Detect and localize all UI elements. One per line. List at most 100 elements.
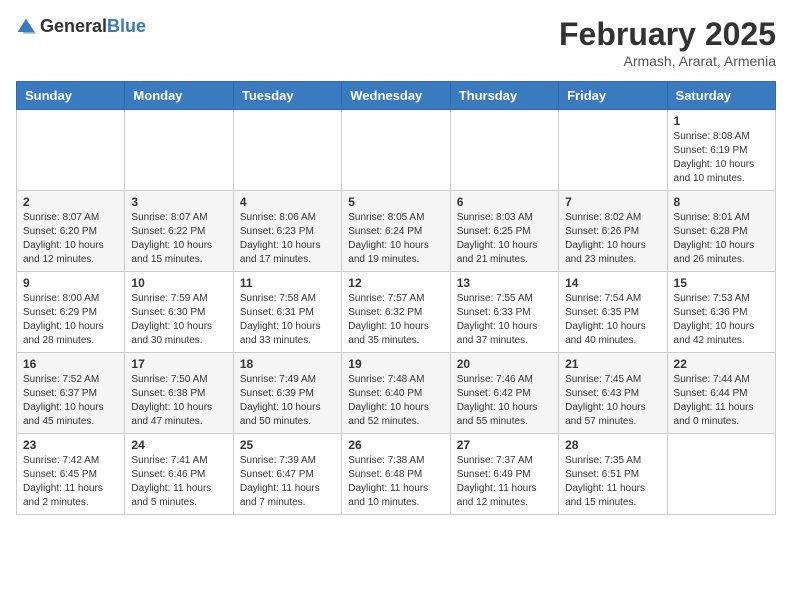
day-number: 25 bbox=[240, 438, 335, 452]
logo-general: General bbox=[40, 16, 107, 36]
calendar-table: SundayMondayTuesdayWednesdayThursdayFrid… bbox=[16, 81, 776, 515]
day-info: Sunrise: 8:05 AM Sunset: 6:24 PM Dayligh… bbox=[348, 211, 443, 267]
day-number: 19 bbox=[348, 357, 443, 371]
calendar-cell: 19 Sunrise: 7:48 AM Sunset: 6:40 PM Dayli… bbox=[342, 353, 450, 434]
day-number: 6 bbox=[457, 195, 552, 209]
day-info: Sunrise: 7:55 AM Sunset: 6:33 PM Dayligh… bbox=[457, 292, 552, 348]
calendar-cell bbox=[450, 110, 558, 191]
day-number: 8 bbox=[674, 195, 769, 209]
calendar-cell bbox=[125, 110, 233, 191]
day-info: Sunrise: 7:45 AM Sunset: 6:43 PM Dayligh… bbox=[565, 373, 660, 429]
calendar-cell: 10Sunrise: 7:59 AM Sunset: 6:30 PM Dayli… bbox=[125, 272, 233, 353]
weekday-header-row: SundayMondayTuesdayWednesdayThursdayFrid… bbox=[17, 82, 776, 110]
day-number: 2 bbox=[23, 195, 118, 209]
day-number: 20 bbox=[457, 357, 552, 371]
calendar-cell: 2 Sunrise: 8:07 AM Sunset: 6:20 PM Daylig… bbox=[17, 191, 125, 272]
calendar-cell: 13 Sunrise: 7:55 AM Sunset: 6:33 PM Dayli… bbox=[450, 272, 558, 353]
day-info: Sunrise: 7:50 AM Sunset: 6:38 PM Dayligh… bbox=[131, 373, 226, 429]
calendar-cell: 16 Sunrise: 7:52 AM Sunset: 6:37 PM Dayli… bbox=[17, 353, 125, 434]
calendar-cell: 3 Sunrise: 8:07 AM Sunset: 6:22 PM Daylig… bbox=[125, 191, 233, 272]
calendar-cell: 4 Sunrise: 8:06 AM Sunset: 6:23 PM Daylig… bbox=[233, 191, 341, 272]
day-info: Sunrise: 7:49 AM Sunset: 6:39 PM Dayligh… bbox=[240, 373, 335, 429]
day-info: Sunrise: 7:37 AM Sunset: 6:49 PM Dayligh… bbox=[457, 454, 552, 510]
calendar-week-row: 1 Sunrise: 8:08 AM Sunset: 6:19 PM Daylig… bbox=[17, 110, 776, 191]
calendar-week-row: 2 Sunrise: 8:07 AM Sunset: 6:20 PM Daylig… bbox=[17, 191, 776, 272]
calendar-cell: 8 Sunrise: 8:01 AM Sunset: 6:28 PM Daylig… bbox=[667, 191, 775, 272]
day-info: Sunrise: 8:07 AM Sunset: 6:22 PM Dayligh… bbox=[131, 211, 226, 267]
calendar-cell: 5 Sunrise: 8:05 AM Sunset: 6:24 PM Daylig… bbox=[342, 191, 450, 272]
calendar-cell: 6 Sunrise: 8:03 AM Sunset: 6:25 PM Daylig… bbox=[450, 191, 558, 272]
calendar-cell: 25 Sunrise: 7:39 AM Sunset: 6:47 PM Dayli… bbox=[233, 434, 341, 515]
day-number: 21 bbox=[565, 357, 660, 371]
day-number: 10 bbox=[131, 276, 226, 290]
day-number: 12 bbox=[348, 276, 443, 290]
calendar-cell: 18 Sunrise: 7:49 AM Sunset: 6:39 PM Dayli… bbox=[233, 353, 341, 434]
calendar-week-row: 9Sunrise: 8:00 AM Sunset: 6:29 PM Daylig… bbox=[17, 272, 776, 353]
day-info: Sunrise: 7:58 AM Sunset: 6:31 PM Dayligh… bbox=[240, 292, 335, 348]
weekday-header-thursday: Thursday bbox=[450, 82, 558, 110]
day-number: 1 bbox=[674, 114, 769, 128]
calendar-cell: 24 Sunrise: 7:41 AM Sunset: 6:46 PM Dayli… bbox=[125, 434, 233, 515]
day-number: 23 bbox=[23, 438, 118, 452]
calendar-cell: 17 Sunrise: 7:50 AM Sunset: 6:38 PM Dayli… bbox=[125, 353, 233, 434]
day-number: 5 bbox=[348, 195, 443, 209]
weekday-header-friday: Friday bbox=[559, 82, 667, 110]
day-number: 16 bbox=[23, 357, 118, 371]
weekday-header-sunday: Sunday bbox=[17, 82, 125, 110]
month-year-title: February 2025 bbox=[559, 16, 776, 53]
day-info: Sunrise: 7:38 AM Sunset: 6:48 PM Dayligh… bbox=[348, 454, 443, 510]
calendar-cell: 20 Sunrise: 7:46 AM Sunset: 6:42 PM Dayli… bbox=[450, 353, 558, 434]
page-header: GeneralBlue February 2025 Armash, Ararat… bbox=[16, 16, 776, 69]
day-number: 18 bbox=[240, 357, 335, 371]
day-number: 24 bbox=[131, 438, 226, 452]
day-number: 27 bbox=[457, 438, 552, 452]
title-block: February 2025 Armash, Ararat, Armenia bbox=[559, 16, 776, 69]
day-info: Sunrise: 8:01 AM Sunset: 6:28 PM Dayligh… bbox=[674, 211, 769, 267]
day-info: Sunrise: 7:35 AM Sunset: 6:51 PM Dayligh… bbox=[565, 454, 660, 510]
calendar-cell: 12Sunrise: 7:57 AM Sunset: 6:32 PM Dayli… bbox=[342, 272, 450, 353]
calendar-cell bbox=[559, 110, 667, 191]
day-info: Sunrise: 8:03 AM Sunset: 6:25 PM Dayligh… bbox=[457, 211, 552, 267]
day-number: 22 bbox=[674, 357, 769, 371]
calendar-cell: 23 Sunrise: 7:42 AM Sunset: 6:45 PM Dayli… bbox=[17, 434, 125, 515]
calendar-cell bbox=[342, 110, 450, 191]
day-info: Sunrise: 8:07 AM Sunset: 6:20 PM Dayligh… bbox=[23, 211, 118, 267]
calendar-cell: 14Sunrise: 7:54 AM Sunset: 6:35 PM Dayli… bbox=[559, 272, 667, 353]
day-info: Sunrise: 7:42 AM Sunset: 6:45 PM Dayligh… bbox=[23, 454, 118, 510]
calendar-cell: 1 Sunrise: 8:08 AM Sunset: 6:19 PM Daylig… bbox=[667, 110, 775, 191]
weekday-header-tuesday: Tuesday bbox=[233, 82, 341, 110]
calendar-cell bbox=[233, 110, 341, 191]
weekday-header-monday: Monday bbox=[125, 82, 233, 110]
calendar-cell: 21 Sunrise: 7:45 AM Sunset: 6:43 PM Dayli… bbox=[559, 353, 667, 434]
weekday-header-wednesday: Wednesday bbox=[342, 82, 450, 110]
day-info: Sunrise: 7:46 AM Sunset: 6:42 PM Dayligh… bbox=[457, 373, 552, 429]
day-number: 13 bbox=[457, 276, 552, 290]
day-number: 3 bbox=[131, 195, 226, 209]
day-info: Sunrise: 7:39 AM Sunset: 6:47 PM Dayligh… bbox=[240, 454, 335, 510]
calendar-cell: 27 Sunrise: 7:37 AM Sunset: 6:49 PM Dayli… bbox=[450, 434, 558, 515]
calendar-cell: 15Sunrise: 7:53 AM Sunset: 6:36 PM Dayli… bbox=[667, 272, 775, 353]
calendar-cell: 26Sunrise: 7:38 AM Sunset: 6:48 PM Dayli… bbox=[342, 434, 450, 515]
day-number: 15 bbox=[674, 276, 769, 290]
day-info: Sunrise: 7:54 AM Sunset: 6:35 PM Dayligh… bbox=[565, 292, 660, 348]
day-number: 4 bbox=[240, 195, 335, 209]
day-info: Sunrise: 7:44 AM Sunset: 6:44 PM Dayligh… bbox=[674, 373, 769, 429]
day-info: Sunrise: 8:02 AM Sunset: 6:26 PM Dayligh… bbox=[565, 211, 660, 267]
location-subtitle: Armash, Ararat, Armenia bbox=[559, 53, 776, 69]
day-number: 9 bbox=[23, 276, 118, 290]
weekday-header-saturday: Saturday bbox=[667, 82, 775, 110]
day-number: 11 bbox=[240, 276, 335, 290]
calendar-cell: 9Sunrise: 8:00 AM Sunset: 6:29 PM Daylig… bbox=[17, 272, 125, 353]
day-info: Sunrise: 8:08 AM Sunset: 6:19 PM Dayligh… bbox=[674, 130, 769, 186]
logo-blue: Blue bbox=[107, 16, 146, 36]
day-info: Sunrise: 7:41 AM Sunset: 6:46 PM Dayligh… bbox=[131, 454, 226, 510]
logo: GeneralBlue bbox=[16, 16, 146, 37]
logo-icon bbox=[16, 17, 36, 37]
day-info: Sunrise: 7:52 AM Sunset: 6:37 PM Dayligh… bbox=[23, 373, 118, 429]
calendar-week-row: 23 Sunrise: 7:42 AM Sunset: 6:45 PM Dayli… bbox=[17, 434, 776, 515]
day-number: 7 bbox=[565, 195, 660, 209]
day-info: Sunrise: 7:48 AM Sunset: 6:40 PM Dayligh… bbox=[348, 373, 443, 429]
day-info: Sunrise: 8:06 AM Sunset: 6:23 PM Dayligh… bbox=[240, 211, 335, 267]
day-number: 17 bbox=[131, 357, 226, 371]
calendar-cell: 11 Sunrise: 7:58 AM Sunset: 6:31 PM Dayli… bbox=[233, 272, 341, 353]
